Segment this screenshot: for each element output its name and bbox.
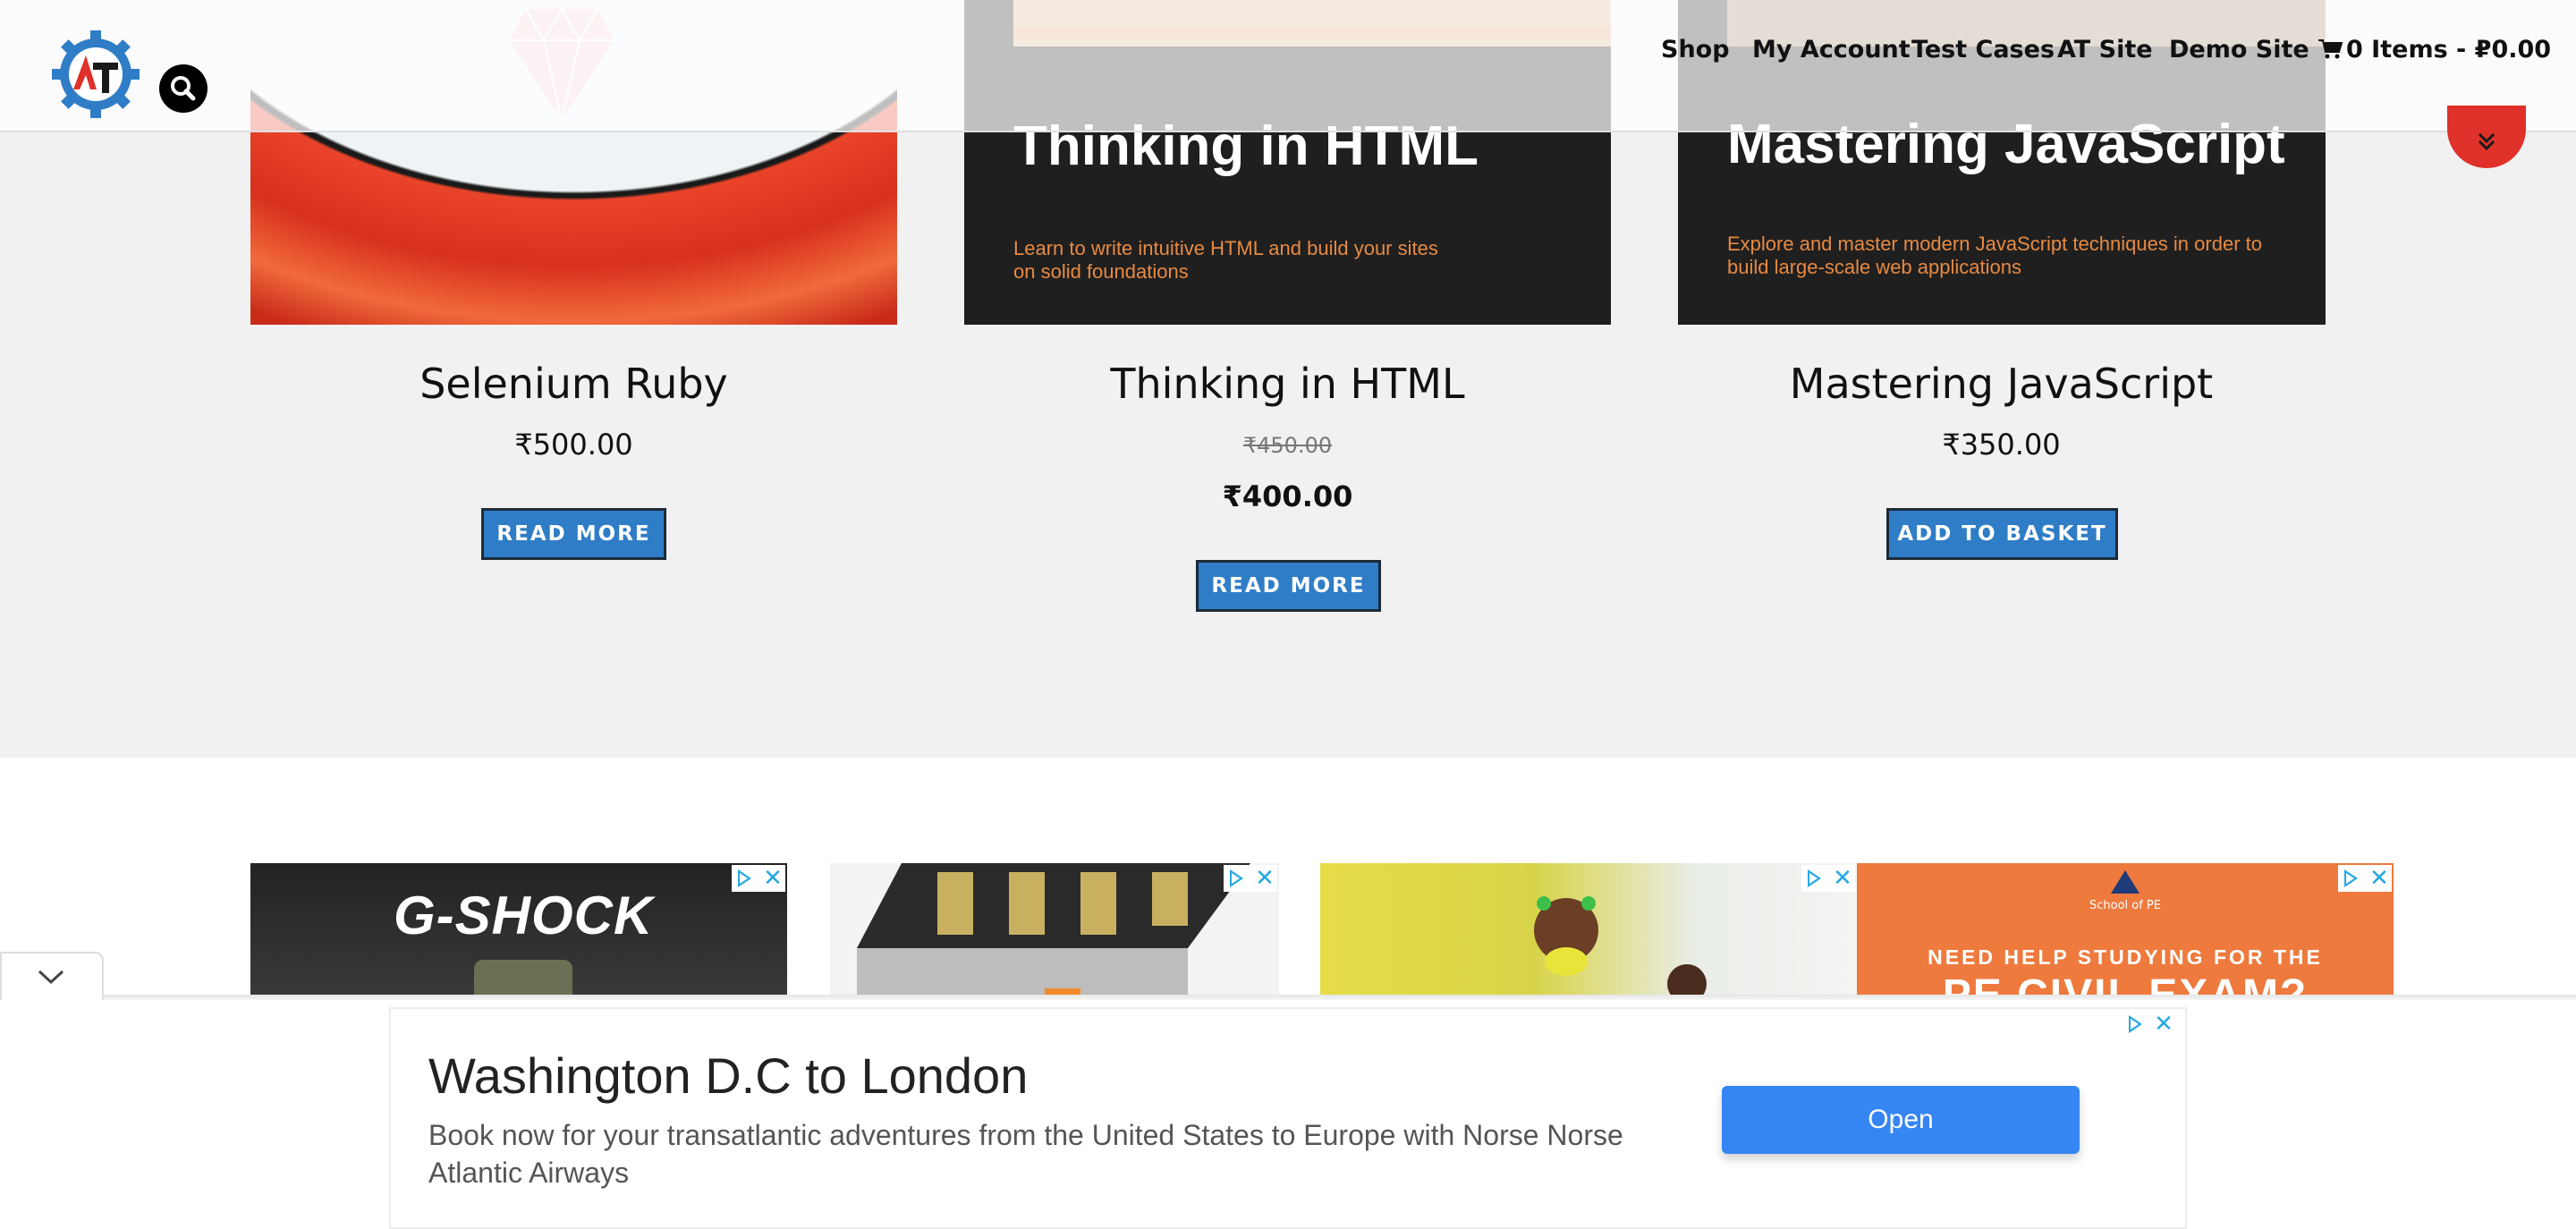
nav-demo-site[interactable]: Demo Site [2169,36,2309,64]
adchoices-icon [738,869,751,887]
product-price: ₹350.00 [1942,428,2061,462]
product-title[interactable]: Mastering JavaScript [1678,360,2325,408]
close-icon[interactable]: ✕ [1832,865,1853,892]
close-icon[interactable]: ✕ [762,865,784,892]
nav-shop[interactable]: Shop [1661,36,1730,64]
product-price-sale: ₹400.00 [1222,479,1353,513]
scroll-down-button[interactable] [2447,106,2526,168]
adchoices-icon [2344,869,2358,887]
close-icon[interactable]: ✕ [2368,865,2390,892]
ad-server-hardware[interactable]: ✕ [830,863,1279,997]
site-logo[interactable] [50,29,141,120]
anchor-ad-text: Book now for your transatlantic adventur… [428,1119,1623,1189]
site-header: Shop My Account Test Cases AT Site Demo … [0,0,2576,132]
product-price: ₹500.00 [514,428,633,462]
server-image [857,863,1250,997]
anchor-ad[interactable]: Washington D.C to London Book now for yo… [389,1007,2187,1229]
search-icon [171,76,196,101]
anchor-ad-divider [0,995,2576,1000]
nav-at-site[interactable]: AT Site [2057,36,2153,64]
cart-summary: 0 Items - ₽0.00 [2346,36,2552,64]
ad-gshock-brand: G-SHOCK [394,886,654,945]
school-of-pe-logo [2111,870,2140,894]
product-title[interactable]: Selenium Ruby [250,360,897,408]
classroom-children-image [1534,896,1707,997]
ad-choices[interactable]: ✕ [2338,865,2392,892]
read-more-button[interactable]: READ MORE [481,508,666,560]
cart-icon [2318,39,2343,59]
ad-choices[interactable]: ✕ [1224,865,1277,892]
nav-my-account[interactable]: My Account [1752,36,1911,64]
watch-image [474,960,572,997]
adchoices-icon [1808,869,1821,887]
ad-pe-headline: NEED HELP STUDYING FOR THE [1928,945,2323,969]
ad-pe-headline-2: PE CIVIL EXAM? [1942,971,2309,997]
ad-choices[interactable]: ✕ [732,865,785,892]
ad-pe-school: School of PE [2089,899,2161,912]
open-button[interactable]: Open [1722,1086,2080,1154]
chevron-down-icon [38,970,64,985]
adchoices-icon [2129,1015,2142,1033]
close-icon[interactable]: ✕ [1254,865,1275,892]
add-to-basket-button[interactable]: ADD TO BASKET [1886,508,2118,560]
ad-choices[interactable]: ✕ [1801,865,1855,892]
nav-cart[interactable]: 0 Items - ₽0.00 [2318,36,2551,64]
read-more-button[interactable]: READ MORE [1196,560,1381,612]
anchor-ad-title[interactable]: Washington D.C to London [428,1047,1028,1105]
cover-subtitle: Learn to write intuitive HTML and build … [1013,237,1438,283]
product-price-old: ₹450.00 [1242,433,1333,458]
anchor-ad-collapse-button[interactable] [0,952,104,1000]
product-title[interactable]: Thinking in HTML [964,360,1611,408]
ad-gshock[interactable]: G-SHOCK ✕ [250,863,787,997]
ad-choices[interactable]: ✕ [2123,1011,2176,1038]
ad-classroom[interactable]: ✕ [1320,863,1857,997]
close-icon[interactable]: ✕ [2153,1011,2174,1038]
ad-pe-civil-exam[interactable]: School of PE NEED HELP STUDYING FOR THE … [1857,863,2394,997]
cover-subtitle: Explore and master modern JavaScript tec… [1727,233,2262,278]
double-chevron-down-icon [2478,132,2496,151]
adchoices-icon [1230,869,1243,887]
search-button[interactable] [159,64,208,113]
nav-test-cases[interactable]: Test Cases [1911,36,2055,64]
